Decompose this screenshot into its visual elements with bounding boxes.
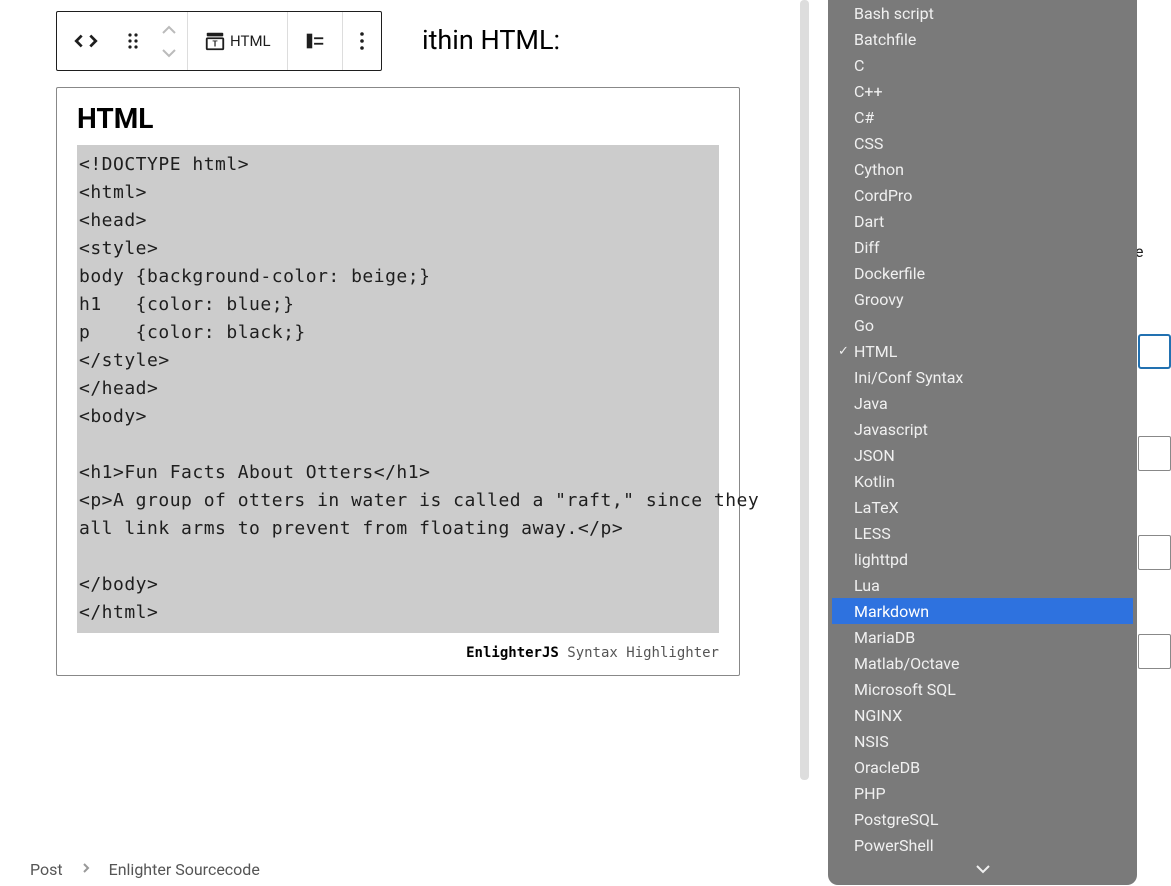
language-option-markdown[interactable]: Markdown <box>832 598 1133 624</box>
sidebar-field-4[interactable] <box>1138 634 1171 669</box>
language-option-c[interactable]: C <box>832 52 1133 78</box>
footer-rest: Syntax Highlighter <box>559 645 719 661</box>
block-type-button[interactable] <box>57 12 115 70</box>
breadcrumb-block[interactable]: Enlighter Sourcecode <box>109 860 260 879</box>
language-option-postgresql[interactable]: PostgreSQL <box>832 806 1133 832</box>
language-option-latex[interactable]: LaTeX <box>832 494 1133 520</box>
toolbar-group-language: T HTML <box>188 12 288 70</box>
language-option-nginx[interactable]: NGINX <box>832 702 1133 728</box>
drag-icon <box>125 30 141 52</box>
language-option-java[interactable]: Java <box>832 390 1133 416</box>
sidebar-field-2[interactable] <box>1138 436 1171 471</box>
language-option-batchfile[interactable]: Batchfile <box>832 26 1133 52</box>
language-label: HTML <box>230 32 271 50</box>
language-option-dockerfile[interactable]: Dockerfile <box>832 260 1133 286</box>
breadcrumb: Post Enlighter Sourcecode <box>30 852 260 886</box>
sidebar-field-1[interactable] <box>1138 334 1171 369</box>
vertical-scrollbar[interactable] <box>800 0 809 780</box>
more-options-button[interactable] <box>343 12 381 70</box>
code-icon <box>73 28 99 54</box>
sidebar-field-3[interactable] <box>1138 535 1171 570</box>
block-toolbar: T HTML <box>56 11 382 71</box>
partial-heading-text: ithin HTML: <box>422 24 560 56</box>
language-icon: T <box>204 30 226 52</box>
enlighter-code-block[interactable]: HTML <!DOCTYPE html> <html> <head> <styl… <box>56 87 740 676</box>
language-option-less[interactable]: LESS <box>832 520 1133 546</box>
language-option-lua[interactable]: Lua <box>832 572 1133 598</box>
breadcrumb-post[interactable]: Post <box>30 860 63 879</box>
language-option-go[interactable]: Go <box>832 312 1133 338</box>
drag-handle[interactable] <box>115 12 151 70</box>
code-block-title: HTML <box>57 88 739 145</box>
language-option-nsis[interactable]: NSIS <box>832 728 1133 754</box>
editor-area: T HTML ithin HTML: HTML <!DOCTYPE html> … <box>0 0 810 886</box>
dropdown-scroll-down[interactable] <box>975 860 991 879</box>
language-option-microsoft-sql[interactable]: Microsoft SQL <box>832 676 1133 702</box>
language-option-html[interactable]: HTML <box>832 338 1133 364</box>
language-option-bash-script[interactable]: Bash script <box>832 0 1133 26</box>
svg-text:T: T <box>212 40 217 49</box>
footer-brand: EnlighterJS <box>466 645 559 661</box>
language-option-ini-conf-syntax[interactable]: Ini/Conf Syntax <box>832 364 1133 390</box>
language-option-groovy[interactable]: Groovy <box>832 286 1133 312</box>
language-option-diff[interactable]: Diff <box>832 234 1133 260</box>
language-dropdown: Bash scriptBatchfileCC++C#CSSCythonCordP… <box>828 0 1137 885</box>
toolbar-group-more <box>343 12 381 70</box>
language-option-php[interactable]: PHP <box>832 780 1133 806</box>
language-option-kotlin[interactable]: Kotlin <box>832 468 1133 494</box>
code-content[interactable]: <!DOCTYPE html> <html> <head> <style> bo… <box>77 145 719 633</box>
language-option-oracledb[interactable]: OracleDB <box>832 754 1133 780</box>
chevron-down-icon <box>161 48 177 58</box>
language-option-dart[interactable]: Dart <box>832 208 1133 234</box>
chevron-right-icon <box>81 862 91 876</box>
language-select-button[interactable]: T HTML <box>188 12 287 70</box>
move-up-button[interactable] <box>161 20 177 39</box>
language-dropdown-list: Bash scriptBatchfileCC++C#CSSCythonCordP… <box>832 0 1133 857</box>
language-option-css[interactable]: CSS <box>832 130 1133 156</box>
language-option-cython[interactable]: Cython <box>832 156 1133 182</box>
toolbar-group-align <box>288 12 343 70</box>
more-vertical-icon <box>359 30 365 52</box>
align-button[interactable] <box>288 12 342 70</box>
move-arrows <box>151 20 187 62</box>
move-down-button[interactable] <box>161 43 177 62</box>
language-option-cordpro[interactable]: CordPro <box>832 182 1133 208</box>
language-option-lighttpd[interactable]: lighttpd <box>832 546 1133 572</box>
chevron-up-icon <box>161 25 177 35</box>
language-option-powershell[interactable]: PowerShell <box>832 832 1133 857</box>
language-option-c-[interactable]: C++ <box>832 78 1133 104</box>
language-option-json[interactable]: JSON <box>832 442 1133 468</box>
language-option-javascript[interactable]: Javascript <box>832 416 1133 442</box>
align-icon <box>304 30 326 52</box>
toolbar-group-block <box>57 12 188 70</box>
language-option-c-[interactable]: C# <box>832 104 1133 130</box>
chevron-down-icon <box>975 863 991 875</box>
language-option-matlab-octave[interactable]: Matlab/Octave <box>832 650 1133 676</box>
code-footer: EnlighterJS Syntax Highlighter <box>57 633 739 675</box>
language-option-mariadb[interactable]: MariaDB <box>832 624 1133 650</box>
